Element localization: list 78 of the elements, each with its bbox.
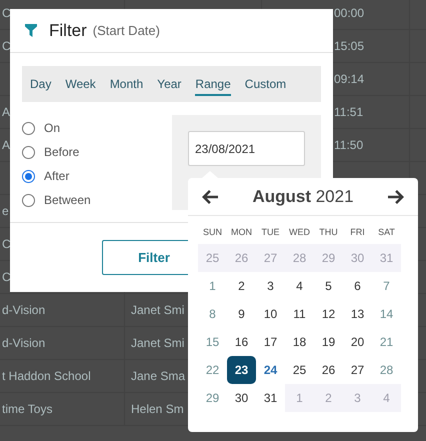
day-cell[interactable]: 5 [314, 272, 343, 300]
day-cell[interactable]: 12 [314, 300, 343, 328]
day-cell[interactable]: 13 [343, 300, 372, 328]
table-cell-text: t Haddon School [2, 368, 91, 385]
weekday-label: SUN [202, 226, 223, 239]
table-cell-text: Janet Smi [131, 302, 184, 319]
day-cell[interactable]: 22 [198, 356, 227, 384]
table-cell-text: time Toys [2, 401, 52, 418]
day-cell[interactable]: 20 [343, 328, 372, 356]
day-cell[interactable]: 9 [227, 300, 256, 328]
weekday-label: THU [318, 226, 339, 239]
radio-option[interactable]: On [22, 119, 172, 137]
day-cell[interactable]: 11 [285, 300, 314, 328]
day-cell[interactable]: 16 [227, 328, 256, 356]
dialog-subtitle: (Start Date) [92, 22, 160, 40]
day-cell[interactable]: 31 [256, 384, 285, 412]
day-cell[interactable]: 28 [372, 356, 401, 384]
tab[interactable]: Year [157, 72, 182, 96]
radio-button[interactable] [22, 170, 35, 182]
table-cell-text: 09:14 [334, 71, 364, 88]
day-cell[interactable]: 29 [198, 384, 227, 412]
tab[interactable]: Day [30, 72, 52, 96]
day-cell[interactable]: 2 [227, 272, 256, 300]
day-cell[interactable]: 14 [372, 300, 401, 328]
weekday-label: TUE [260, 226, 280, 239]
table-cell-text: Janet Smi [131, 335, 184, 352]
table-cell-text: 11:50 [334, 137, 364, 154]
month-year-title: August 2021 [252, 186, 354, 208]
weekday-label: MON [230, 226, 253, 239]
day-cell[interactable]: 10 [256, 300, 285, 328]
table-cell-text: 15:05 [334, 38, 364, 55]
table-cell-text: C [2, 38, 11, 55]
table-cell-text: e [2, 203, 9, 220]
filter-icon [25, 24, 37, 37]
radio-button[interactable] [22, 194, 35, 206]
day-cell[interactable]: 19 [314, 328, 343, 356]
right-arrow-icon [388, 190, 404, 204]
day-cell[interactable]: 21 [372, 328, 401, 356]
day-cell[interactable]: 27 [343, 356, 372, 384]
table-cell-text: d-Vision [2, 302, 46, 319]
tab[interactable]: Custom [244, 72, 286, 96]
table-cell-text: C [2, 5, 11, 22]
radio-option[interactable]: Between [22, 191, 172, 209]
day-cell[interactable]: 15 [198, 328, 227, 356]
radio-button[interactable] [22, 146, 35, 158]
table-cell-text: A [2, 104, 10, 121]
day-cell[interactable]: 7 [372, 272, 401, 300]
table-cell-text: Jane Sma [131, 368, 186, 385]
day-cell[interactable]: 25 [285, 356, 314, 384]
table-cell-text: C [2, 269, 11, 286]
tab[interactable]: Range [195, 72, 231, 96]
table-cell-text: 11:51 [334, 104, 364, 121]
table-cell-text: C [2, 236, 11, 253]
day-cell[interactable]: 4 [285, 272, 314, 300]
date-field[interactable]: 23/08/2021 [188, 131, 305, 166]
day-cell[interactable]: 30 [227, 384, 256, 412]
day-cell[interactable]: 6 [343, 272, 372, 300]
table-cell-text: Helen Sm [131, 401, 184, 418]
weekday-label: FRI [349, 226, 366, 239]
table-cell-text: 00:00 [334, 5, 364, 22]
day-cell[interactable]: 24 [256, 356, 285, 384]
dialog-title: Filter [49, 20, 87, 42]
day-cell[interactable]: 17 [256, 328, 285, 356]
day-cell[interactable]: 23 [227, 356, 256, 384]
day-cell[interactable]: 26 [314, 356, 343, 384]
day-cell[interactable]: 8 [198, 300, 227, 328]
tab[interactable]: Month [110, 72, 144, 96]
day-cell[interactable]: 18 [285, 328, 314, 356]
weekday-label: WED [288, 226, 311, 239]
left-arrow-icon [202, 190, 218, 204]
table-cell-text: A [2, 137, 10, 154]
radio-button[interactable] [22, 122, 35, 134]
radio-option[interactable]: After [22, 167, 172, 185]
weekday-label: SAT [377, 226, 396, 239]
day-cell[interactable]: 3 [256, 272, 285, 300]
radio-option[interactable]: Before [22, 143, 172, 161]
table-cell-text: d-Vision [2, 335, 46, 352]
tab[interactable]: Week [65, 72, 96, 96]
